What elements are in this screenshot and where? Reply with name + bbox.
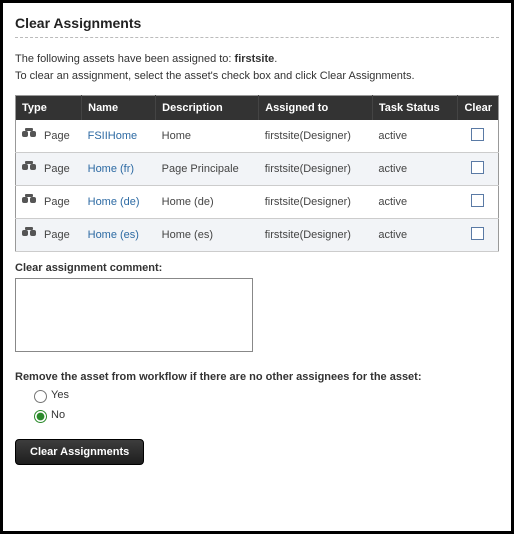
- cell-task-status: active: [372, 120, 458, 153]
- cell-type: Page: [38, 152, 82, 185]
- clear-checkbox[interactable]: [471, 227, 484, 240]
- cell-task-status: active: [372, 152, 458, 185]
- table-row: Page Home (fr) Page Principale firstsite…: [16, 152, 499, 185]
- remove-no-radio[interactable]: [34, 410, 47, 423]
- col-clear: Clear: [458, 95, 499, 120]
- asset-name-link[interactable]: Home (es): [88, 229, 139, 241]
- clear-assignments-button[interactable]: Clear Assignments: [15, 439, 144, 465]
- col-type: Type: [16, 95, 82, 120]
- cell-description: Page Principale: [156, 152, 259, 185]
- asset-name-link[interactable]: Home (fr): [88, 163, 134, 175]
- remove-workflow-label: Remove the asset from workflow if there …: [15, 371, 499, 383]
- table-row: Page Home (de) Home (de) firstsite(Desig…: [16, 185, 499, 218]
- remove-no-label: No: [51, 409, 65, 421]
- page-title: Clear Assignments: [15, 15, 499, 31]
- cell-task-status: active: [372, 218, 458, 251]
- cell-assigned-to: firstsite(Designer): [259, 185, 373, 218]
- table-row: Page Home (es) Home (es) firstsite(Desig…: [16, 218, 499, 251]
- binoculars-icon: [22, 194, 36, 206]
- col-name: Name: [82, 95, 156, 120]
- comment-input[interactable]: [15, 278, 253, 352]
- binoculars-icon: [22, 227, 36, 239]
- assets-table: Type Name Description Assigned to Task S…: [15, 95, 499, 252]
- cell-type: Page: [38, 185, 82, 218]
- clear-checkbox[interactable]: [471, 161, 484, 174]
- comment-label: Clear assignment comment:: [15, 262, 499, 274]
- cell-type: Page: [38, 120, 82, 153]
- asset-name-link[interactable]: FSIIHome: [88, 130, 138, 142]
- cell-assigned-to: firstsite(Designer): [259, 120, 373, 153]
- intro-text: The following assets have been assigned …: [15, 52, 499, 67]
- divider: [15, 37, 499, 38]
- remove-yes-label: Yes: [51, 389, 69, 401]
- col-assigned-to: Assigned to: [259, 95, 373, 120]
- cell-assigned-to: firstsite(Designer): [259, 152, 373, 185]
- col-description: Description: [156, 95, 259, 120]
- cell-description: Home: [156, 120, 259, 153]
- clear-checkbox[interactable]: [471, 194, 484, 207]
- clear-checkbox[interactable]: [471, 128, 484, 141]
- intro-prefix: The following assets have been assigned …: [15, 53, 235, 65]
- intro-suffix: .: [274, 53, 277, 65]
- cell-description: Home (es): [156, 218, 259, 251]
- intro-site: firstsite: [235, 53, 275, 65]
- table-row: Page FSIIHome Home firstsite(Designer) a…: [16, 120, 499, 153]
- instruction-text: To clear an assignment, select the asset…: [15, 69, 499, 84]
- binoculars-icon: [22, 128, 36, 140]
- remove-yes-radio[interactable]: [34, 390, 47, 403]
- binoculars-icon: [22, 161, 36, 173]
- asset-name-link[interactable]: Home (de): [88, 196, 140, 208]
- col-task-status: Task Status: [372, 95, 458, 120]
- cell-assigned-to: firstsite(Designer): [259, 218, 373, 251]
- cell-task-status: active: [372, 185, 458, 218]
- cell-description: Home (de): [156, 185, 259, 218]
- cell-type: Page: [38, 218, 82, 251]
